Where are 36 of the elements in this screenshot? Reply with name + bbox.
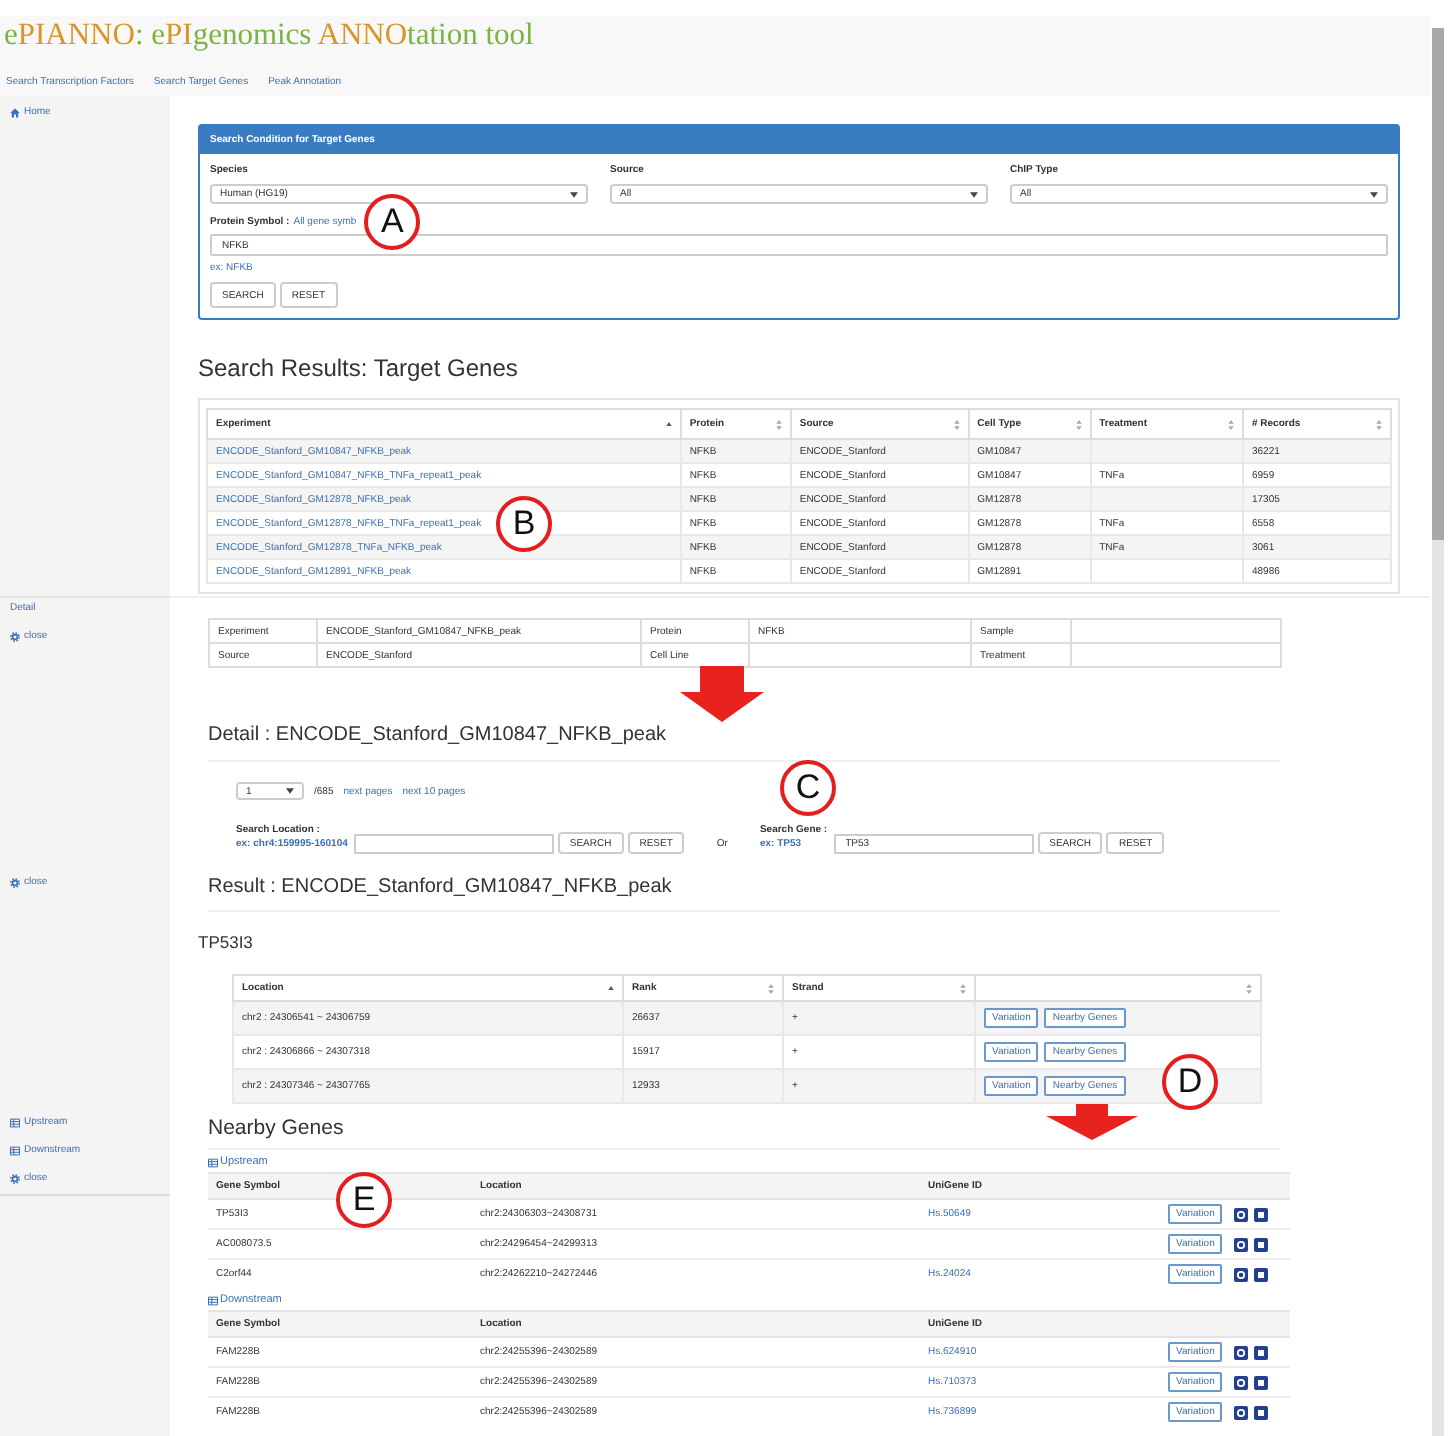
tile-icon[interactable]	[1234, 1267, 1249, 1281]
callout-arrow	[680, 666, 764, 722]
section-heading: Nearby Genes	[208, 1116, 1280, 1150]
app-title: ePIANNO: ePIgenomics ANNOtation tool	[4, 16, 534, 52]
caret-icon	[1370, 191, 1378, 197]
tile-icon[interactable]	[1234, 1237, 1249, 1251]
tile-icon[interactable]	[1254, 1267, 1269, 1281]
tile-icon[interactable]	[1254, 1237, 1269, 1251]
table-icon	[208, 1296, 218, 1306]
tile-icon[interactable]	[1254, 1375, 1269, 1389]
caret-icon	[570, 191, 578, 197]
caret-icon	[286, 788, 294, 794]
tile-icon[interactable]	[1234, 1405, 1249, 1419]
table-icon	[208, 1158, 218, 1168]
section-heading: Result : ENCODE_Stanford_GM10847_NFKB_peak	[208, 874, 1280, 912]
section-heading: Detail : ENCODE_Stanford_GM10847_NFKB_peak	[208, 722, 1280, 762]
annotation-marker: D	[1162, 1054, 1218, 1110]
callout-arrow	[1046, 1104, 1138, 1140]
tile-icon[interactable]	[1254, 1345, 1269, 1359]
tile-icon[interactable]	[1254, 1405, 1269, 1419]
gear-icon	[10, 878, 20, 888]
table-icon	[10, 1118, 20, 1128]
tile-icon[interactable]	[1234, 1207, 1249, 1221]
gene-title: TP53I3	[198, 932, 253, 954]
tile-icon[interactable]	[1234, 1375, 1249, 1389]
scrollbar-thumb[interactable]	[1432, 28, 1444, 540]
gear-icon	[10, 1174, 20, 1184]
table-icon	[10, 1146, 20, 1156]
tile-icon[interactable]	[1254, 1207, 1269, 1221]
section-heading: Search Results: Target Genes	[198, 352, 518, 384]
annotation-marker: C	[780, 760, 836, 816]
location-input[interactable]	[353, 833, 554, 853]
caret-icon	[970, 191, 978, 197]
tile-icon[interactable]	[1234, 1345, 1249, 1359]
gear-icon	[10, 632, 20, 642]
home-icon	[10, 108, 20, 118]
